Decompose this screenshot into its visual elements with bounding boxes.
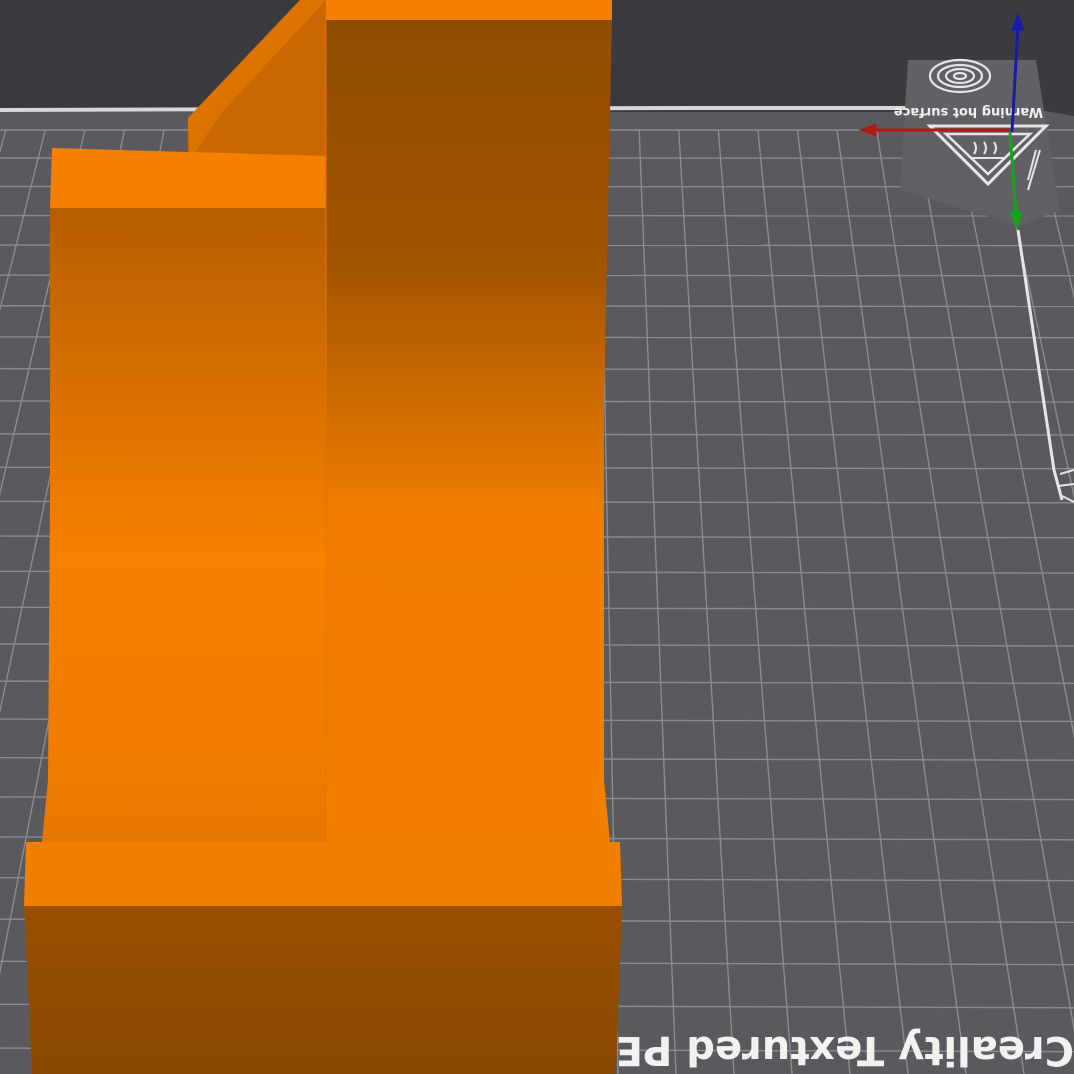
model-back-face xyxy=(326,20,612,842)
model-base-top xyxy=(24,842,622,906)
model-front-top xyxy=(50,148,326,208)
model-front-face xyxy=(42,208,326,842)
warning-hot-surface-label: Warning hot surface xyxy=(894,104,1043,119)
plate-label: Creality Textured PE xyxy=(616,1027,1074,1073)
model-back-top xyxy=(326,0,612,20)
orange-printed-part[interactable] xyxy=(24,0,622,1074)
scene-canvas[interactable]: Warning hot surface Creality Textured PE xyxy=(0,0,1074,1074)
model-base-face xyxy=(24,906,622,1074)
3d-viewport[interactable]: Warning hot surface Creality Textured PE xyxy=(0,0,1074,1074)
